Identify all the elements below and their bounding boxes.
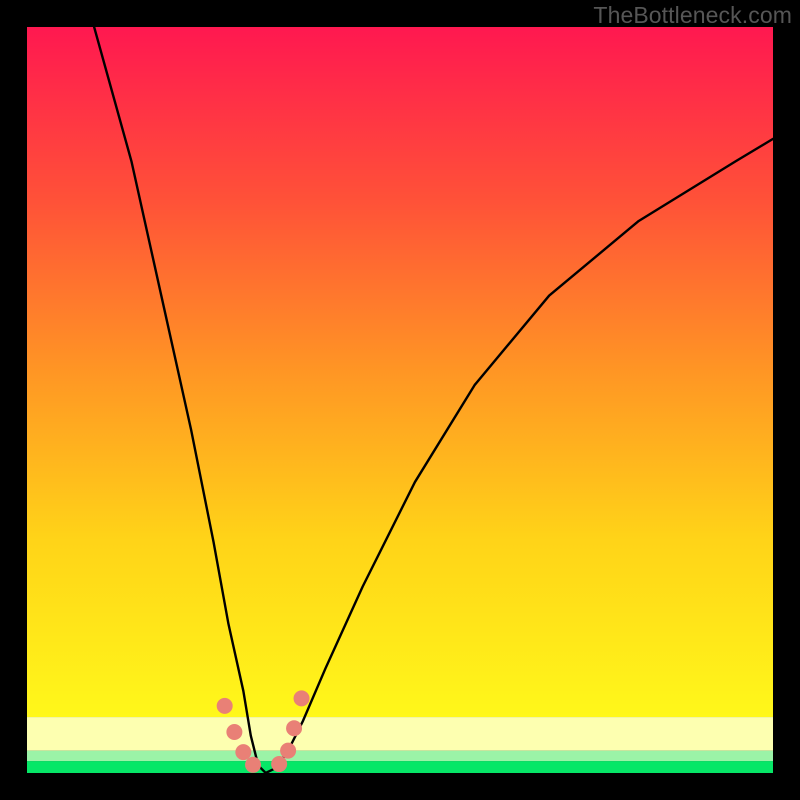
bottleneck-curve-chart <box>27 27 773 773</box>
watermark-text: TheBottleneck.com <box>593 2 792 29</box>
chart-outer-frame: TheBottleneck.com <box>0 0 800 800</box>
plot-area <box>27 27 773 773</box>
